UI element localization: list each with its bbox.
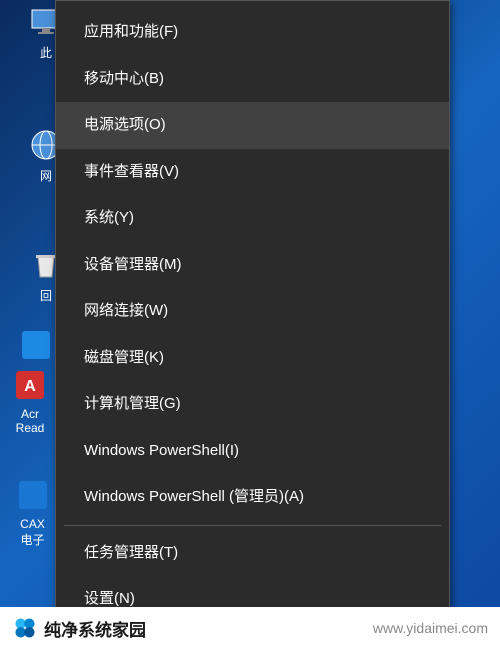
menu-item-disk-management[interactable]: 磁盘管理(K) xyxy=(56,335,449,382)
winx-context-menu: 应用和功能(F) 移动中心(B) 电源选项(O) 事件查看器(V) 系统(Y) … xyxy=(55,0,450,624)
menu-item-apps-features[interactable]: 应用和功能(F) xyxy=(56,9,449,56)
menu-padding xyxy=(56,1,449,9)
menu-item-label: 设备管理器(M) xyxy=(84,256,182,273)
menu-item-task-manager[interactable]: 任务管理器(T) xyxy=(56,530,449,577)
menu-item-label: 移动中心(B) xyxy=(84,70,164,87)
menu-item-label: Windows PowerShell(I) xyxy=(84,442,239,459)
app-icon xyxy=(16,325,56,365)
watermark-left: 纯净系统家园 xyxy=(12,615,146,641)
watermark-url: www.yidaimei.com xyxy=(373,620,488,636)
menu-separator xyxy=(64,525,441,526)
desktop-icon-label: 网 xyxy=(40,167,52,184)
menu-item-powershell[interactable]: Windows PowerShell(I) xyxy=(56,428,449,475)
desktop-icon-label: CAX 电子 xyxy=(20,517,45,548)
menu-item-mobility-center[interactable]: 移动中心(B) xyxy=(56,56,449,103)
cax-icon xyxy=(13,475,53,515)
watermark-bar: 纯净系统家园 www.yidaimei.com xyxy=(0,607,500,649)
menu-item-system[interactable]: 系统(Y) xyxy=(56,195,449,242)
menu-item-network-connections[interactable]: 网络连接(W) xyxy=(56,288,449,335)
menu-item-label: Windows PowerShell (管理员)(A) xyxy=(84,488,304,505)
desktop-icon-label: 回 xyxy=(40,287,52,304)
desktop-icon[interactable]: A Acr Read xyxy=(0,365,60,435)
menu-item-powershell-admin[interactable]: Windows PowerShell (管理员)(A) xyxy=(56,474,449,521)
menu-item-label: 电源选项(O) xyxy=(84,116,166,133)
menu-item-device-manager[interactable]: 设备管理器(M) xyxy=(56,242,449,289)
svg-text:A: A xyxy=(24,378,36,395)
desktop-icon-label: 此 xyxy=(40,44,52,61)
menu-item-computer-management[interactable]: 计算机管理(G) xyxy=(56,381,449,428)
watermark-title: 纯净系统家园 xyxy=(44,616,146,641)
menu-item-label: 计算机管理(G) xyxy=(84,395,181,412)
watermark-logo-icon xyxy=(12,615,38,641)
menu-item-power-options[interactable]: 电源选项(O) xyxy=(56,102,449,149)
acrobat-icon: A xyxy=(10,365,50,405)
menu-item-label: 应用和功能(F) xyxy=(84,23,178,40)
menu-item-label: 事件查看器(V) xyxy=(84,163,179,180)
menu-item-label: 任务管理器(T) xyxy=(84,544,178,561)
desktop-icon-label: Acr Read xyxy=(16,407,45,435)
menu-item-event-viewer[interactable]: 事件查看器(V) xyxy=(56,149,449,196)
menu-item-label: 网络连接(W) xyxy=(84,302,168,319)
menu-item-label: 系统(Y) xyxy=(84,209,134,226)
menu-item-label: 磁盘管理(K) xyxy=(84,349,164,366)
menu-item-label: 设置(N) xyxy=(84,590,135,607)
desktop-icon[interactable]: CAX 电子 xyxy=(5,475,60,548)
